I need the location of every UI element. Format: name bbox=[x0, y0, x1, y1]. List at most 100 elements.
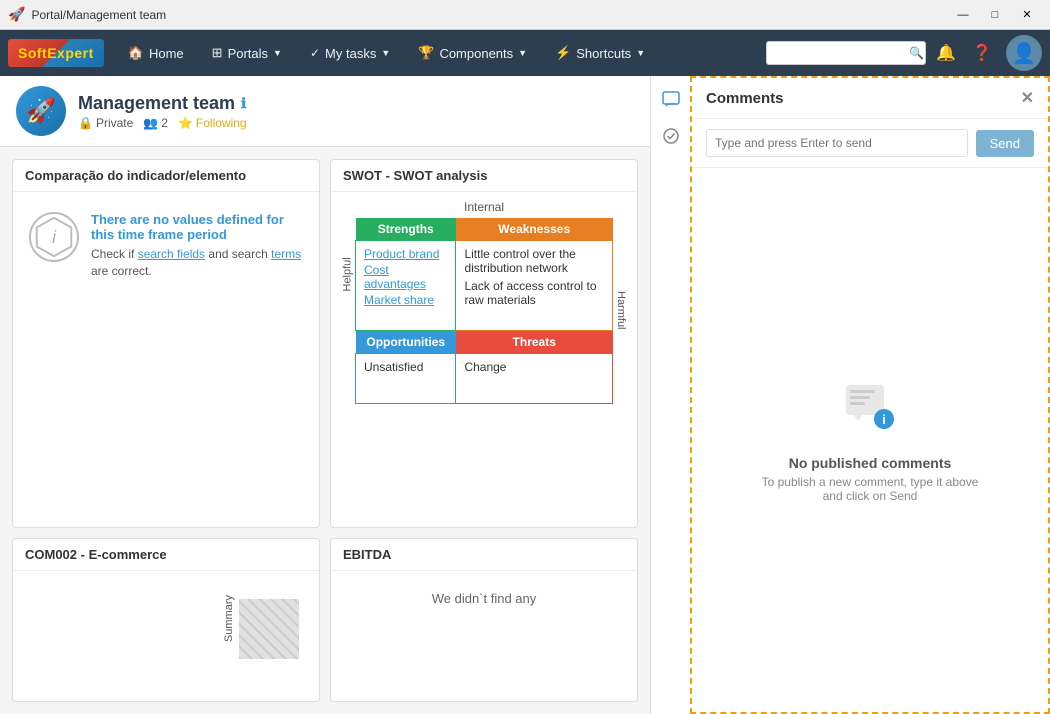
swot-opportunities-header: Opportunities bbox=[356, 331, 456, 354]
nav-shortcuts-label: Shortcuts bbox=[576, 46, 631, 61]
star-icon: ⭐ bbox=[178, 116, 193, 130]
private-label: Private bbox=[96, 116, 133, 130]
swot-weakness-1: Little control over the distribution net… bbox=[464, 247, 604, 275]
swot-weaknesses-header: Weaknesses bbox=[456, 218, 613, 241]
page-title: Management team ℹ bbox=[78, 93, 247, 114]
components-caret: ▼ bbox=[518, 48, 527, 58]
no-values-title: There are no values defined for this tim… bbox=[91, 212, 303, 242]
avatar-icon: 👤 bbox=[1012, 41, 1037, 66]
swot-strength-1[interactable]: Product brand bbox=[364, 247, 447, 261]
comments-header: Comments ✕ bbox=[692, 78, 1048, 119]
svg-text:i: i bbox=[882, 412, 886, 427]
swot-strength-2[interactable]: Cost advantages bbox=[364, 263, 447, 291]
icon-sidebar bbox=[650, 76, 690, 714]
info-icon[interactable]: ℹ bbox=[241, 95, 246, 112]
home-icon: 🏠 bbox=[128, 45, 144, 61]
search-icon: 🔍 bbox=[909, 46, 924, 60]
no-values-text: There are no values defined for this tim… bbox=[91, 212, 303, 280]
user-avatar[interactable]: 👤 bbox=[1006, 35, 1042, 71]
info-hex-icon: i bbox=[29, 212, 79, 262]
comments-empty-state: i No published comments To publish a new… bbox=[692, 168, 1048, 712]
ecommerce-widget: COM002 - E-commerce Summary bbox=[12, 538, 320, 703]
empty-subtitle: To publish a new comment, type it above … bbox=[760, 475, 980, 503]
comparacao-widget: Comparação do indicador/elemento i There… bbox=[12, 159, 320, 528]
swot-harmful-label: Harmful bbox=[613, 218, 630, 404]
comments-close-button[interactable]: ✕ bbox=[1021, 88, 1034, 108]
shortcuts-icon: ⚡ bbox=[555, 45, 571, 61]
check-sidebar-btn[interactable] bbox=[655, 120, 687, 152]
nav-shortcuts[interactable]: ⚡ Shortcuts ▼ bbox=[543, 39, 657, 67]
comparacao-body: i There are no values defined for this t… bbox=[13, 192, 319, 300]
swot-threats-cell: Change bbox=[456, 354, 613, 404]
swot-strengths-header: Strengths bbox=[356, 218, 456, 241]
nav-portals-label: Portals bbox=[228, 46, 268, 61]
nav-mytasks-label: My tasks bbox=[325, 46, 376, 61]
send-button[interactable]: Send bbox=[976, 130, 1034, 157]
no-values-hint: Check if search fields and search terms … bbox=[91, 246, 303, 280]
empty-title: No published comments bbox=[789, 455, 952, 471]
swot-table: Helpful Strengths Weaknesses Harmful Pro… bbox=[339, 218, 629, 404]
ecommerce-title: COM002 - E-commerce bbox=[13, 539, 319, 571]
widget-grid: Comparação do indicador/elemento i There… bbox=[0, 147, 650, 714]
swot-threats-header: Threats bbox=[456, 331, 613, 354]
page-title-text: Management team bbox=[78, 93, 235, 114]
ebitda-widget: EBITDA We didn`t find any bbox=[330, 538, 638, 703]
nav-components[interactable]: 🏆 Components ▼ bbox=[406, 39, 539, 67]
nav-components-label: Components bbox=[439, 46, 513, 61]
minimize-button[interactable]: — bbox=[948, 4, 978, 26]
page-meta: 🔒 Private 👥 2 ⭐ Following bbox=[78, 116, 247, 130]
title-bar-text: Portal/Management team bbox=[31, 8, 166, 22]
users-icon: 👥 bbox=[143, 116, 158, 130]
content-panel: 🚀 Management team ℹ 🔒 Private 👥 2 bbox=[0, 76, 650, 714]
search-bar[interactable]: 🔍 bbox=[766, 41, 926, 65]
comments-input-area: Send bbox=[692, 119, 1048, 168]
logo-text: Soft bbox=[18, 45, 47, 61]
main-container: 🚀 Management team ℹ 🔒 Private 👥 2 bbox=[0, 76, 1050, 714]
navbar: SoftExpert 🏠 Home ⊞ Portals ▼ ✓ My tasks… bbox=[0, 30, 1050, 76]
summary-bar bbox=[239, 599, 299, 659]
swot-opportunity-1: Unsatisfied bbox=[364, 360, 447, 374]
logo[interactable]: SoftExpert bbox=[8, 39, 104, 67]
meta-following[interactable]: ⭐ Following bbox=[178, 116, 247, 130]
comparacao-title: Comparação do indicador/elemento bbox=[13, 160, 319, 192]
ebitda-body: We didn`t find any bbox=[331, 571, 637, 626]
swot-strength-3[interactable]: Market share bbox=[364, 293, 447, 307]
swot-opportunities-cell: Unsatisfied bbox=[356, 354, 456, 404]
nav-home-label: Home bbox=[149, 46, 184, 61]
ebitda-title: EBITDA bbox=[331, 539, 637, 571]
comments-panel: Comments ✕ Send i No published comments … bbox=[690, 76, 1050, 714]
portals-caret: ▼ bbox=[273, 48, 282, 58]
swot-body: Internal Helpful Strengths Weaknesses Ha… bbox=[331, 192, 637, 492]
no-values-msg: There are no values defined for this tim… bbox=[91, 212, 284, 242]
meta-users: 👥 2 bbox=[143, 116, 168, 130]
swot-internal-label: Internal bbox=[339, 200, 629, 214]
notifications-button[interactable]: 🔔 bbox=[930, 37, 962, 69]
ebitda-no-data: We didn`t find any bbox=[432, 591, 537, 606]
nav-portals[interactable]: ⊞ Portals ▼ bbox=[200, 39, 294, 67]
nav-mytasks[interactable]: ✓ My tasks ▼ bbox=[298, 40, 402, 67]
title-bar: 🚀 Portal/Management team — □ ✕ bbox=[0, 0, 1050, 30]
nav-home[interactable]: 🏠 Home bbox=[116, 39, 196, 67]
comments-input[interactable] bbox=[706, 129, 968, 157]
help-button[interactable]: ❓ bbox=[966, 37, 998, 69]
logo-highlight: Expert bbox=[47, 45, 94, 61]
summary-label: Summary bbox=[223, 595, 235, 642]
search-terms-link[interactable]: terms bbox=[271, 247, 301, 261]
ecommerce-body: Summary bbox=[13, 571, 319, 667]
close-button[interactable]: ✕ bbox=[1012, 4, 1042, 26]
maximize-button[interactable]: □ bbox=[980, 4, 1010, 26]
empty-comments-icon: i bbox=[840, 377, 900, 447]
users-count: 2 bbox=[161, 116, 168, 130]
meta-private: 🔒 Private bbox=[78, 116, 133, 130]
comments-sidebar-btn[interactable] bbox=[655, 84, 687, 116]
search-fields-link[interactable]: search fields bbox=[138, 247, 205, 261]
rocket-icon: 🚀 bbox=[26, 97, 56, 126]
swot-threat-1: Change bbox=[464, 360, 604, 374]
comments-title: Comments bbox=[706, 90, 784, 107]
shortcuts-caret: ▼ bbox=[636, 48, 645, 58]
search-input[interactable] bbox=[775, 46, 905, 60]
swot-title: SWOT - SWOT analysis bbox=[331, 160, 637, 192]
components-icon: 🏆 bbox=[418, 45, 434, 61]
mytasks-icon: ✓ bbox=[310, 46, 320, 60]
lock-icon: 🔒 bbox=[78, 116, 93, 130]
